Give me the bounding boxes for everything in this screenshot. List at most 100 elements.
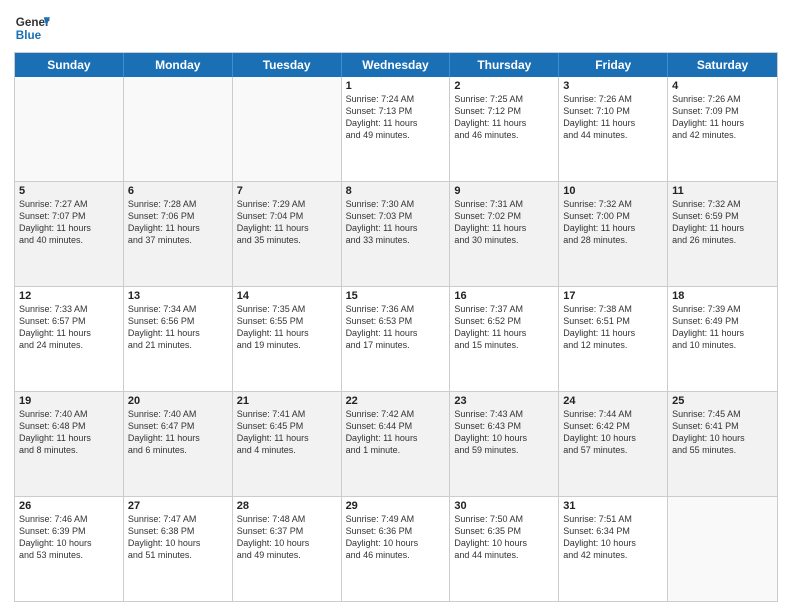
cell-sun-info: Sunrise: 7:34 AM Sunset: 6:56 PM Dayligh…: [128, 303, 228, 352]
calendar-cell: 20Sunrise: 7:40 AM Sunset: 6:47 PM Dayli…: [124, 392, 233, 496]
cell-sun-info: Sunrise: 7:41 AM Sunset: 6:45 PM Dayligh…: [237, 408, 337, 457]
day-number: 31: [563, 500, 663, 512]
calendar-cell: 21Sunrise: 7:41 AM Sunset: 6:45 PM Dayli…: [233, 392, 342, 496]
calendar-row: 5Sunrise: 7:27 AM Sunset: 7:07 PM Daylig…: [15, 182, 777, 287]
day-number: 8: [346, 185, 446, 197]
cell-sun-info: Sunrise: 7:25 AM Sunset: 7:12 PM Dayligh…: [454, 93, 554, 142]
day-number: 30: [454, 500, 554, 512]
calendar-cell: 23Sunrise: 7:43 AM Sunset: 6:43 PM Dayli…: [450, 392, 559, 496]
calendar-cell: 19Sunrise: 7:40 AM Sunset: 6:48 PM Dayli…: [15, 392, 124, 496]
day-number: 6: [128, 185, 228, 197]
cell-sun-info: Sunrise: 7:45 AM Sunset: 6:41 PM Dayligh…: [672, 408, 773, 457]
weekday-header: Thursday: [450, 53, 559, 77]
calendar-cell: 10Sunrise: 7:32 AM Sunset: 7:00 PM Dayli…: [559, 182, 668, 286]
cell-sun-info: Sunrise: 7:39 AM Sunset: 6:49 PM Dayligh…: [672, 303, 773, 352]
calendar-cell: 9Sunrise: 7:31 AM Sunset: 7:02 PM Daylig…: [450, 182, 559, 286]
empty-cell: [233, 77, 342, 181]
weekday-header: Sunday: [15, 53, 124, 77]
day-number: 5: [19, 185, 119, 197]
day-number: 14: [237, 290, 337, 302]
day-number: 22: [346, 395, 446, 407]
calendar-cell: 12Sunrise: 7:33 AM Sunset: 6:57 PM Dayli…: [15, 287, 124, 391]
calendar-header: SundayMondayTuesdayWednesdayThursdayFrid…: [15, 53, 777, 77]
weekday-header: Wednesday: [342, 53, 451, 77]
calendar-cell: 15Sunrise: 7:36 AM Sunset: 6:53 PM Dayli…: [342, 287, 451, 391]
weekday-header: Monday: [124, 53, 233, 77]
cell-sun-info: Sunrise: 7:32 AM Sunset: 7:00 PM Dayligh…: [563, 198, 663, 247]
day-number: 20: [128, 395, 228, 407]
cell-sun-info: Sunrise: 7:26 AM Sunset: 7:09 PM Dayligh…: [672, 93, 773, 142]
calendar-cell: 2Sunrise: 7:25 AM Sunset: 7:12 PM Daylig…: [450, 77, 559, 181]
calendar-cell: 22Sunrise: 7:42 AM Sunset: 6:44 PM Dayli…: [342, 392, 451, 496]
day-number: 23: [454, 395, 554, 407]
day-number: 24: [563, 395, 663, 407]
calendar-row: 12Sunrise: 7:33 AM Sunset: 6:57 PM Dayli…: [15, 287, 777, 392]
calendar-row: 1Sunrise: 7:24 AM Sunset: 7:13 PM Daylig…: [15, 77, 777, 182]
day-number: 26: [19, 500, 119, 512]
calendar-cell: 25Sunrise: 7:45 AM Sunset: 6:41 PM Dayli…: [668, 392, 777, 496]
cell-sun-info: Sunrise: 7:50 AM Sunset: 6:35 PM Dayligh…: [454, 513, 554, 562]
weekday-header: Saturday: [668, 53, 777, 77]
cell-sun-info: Sunrise: 7:43 AM Sunset: 6:43 PM Dayligh…: [454, 408, 554, 457]
day-number: 18: [672, 290, 773, 302]
cell-sun-info: Sunrise: 7:44 AM Sunset: 6:42 PM Dayligh…: [563, 408, 663, 457]
day-number: 27: [128, 500, 228, 512]
cell-sun-info: Sunrise: 7:36 AM Sunset: 6:53 PM Dayligh…: [346, 303, 446, 352]
weekday-header: Friday: [559, 53, 668, 77]
day-number: 2: [454, 80, 554, 92]
cell-sun-info: Sunrise: 7:40 AM Sunset: 6:48 PM Dayligh…: [19, 408, 119, 457]
cell-sun-info: Sunrise: 7:38 AM Sunset: 6:51 PM Dayligh…: [563, 303, 663, 352]
calendar-cell: 6Sunrise: 7:28 AM Sunset: 7:06 PM Daylig…: [124, 182, 233, 286]
calendar-cell: 11Sunrise: 7:32 AM Sunset: 6:59 PM Dayli…: [668, 182, 777, 286]
svg-text:Blue: Blue: [16, 29, 42, 42]
calendar-cell: 29Sunrise: 7:49 AM Sunset: 6:36 PM Dayli…: [342, 497, 451, 601]
cell-sun-info: Sunrise: 7:32 AM Sunset: 6:59 PM Dayligh…: [672, 198, 773, 247]
day-number: 9: [454, 185, 554, 197]
calendar-cell: 31Sunrise: 7:51 AM Sunset: 6:34 PM Dayli…: [559, 497, 668, 601]
day-number: 28: [237, 500, 337, 512]
day-number: 7: [237, 185, 337, 197]
cell-sun-info: Sunrise: 7:29 AM Sunset: 7:04 PM Dayligh…: [237, 198, 337, 247]
calendar-cell: 1Sunrise: 7:24 AM Sunset: 7:13 PM Daylig…: [342, 77, 451, 181]
calendar-cell: 17Sunrise: 7:38 AM Sunset: 6:51 PM Dayli…: [559, 287, 668, 391]
cell-sun-info: Sunrise: 7:33 AM Sunset: 6:57 PM Dayligh…: [19, 303, 119, 352]
page: General Blue SundayMondayTuesdayWednesda…: [0, 0, 792, 612]
day-number: 15: [346, 290, 446, 302]
day-number: 3: [563, 80, 663, 92]
day-number: 19: [19, 395, 119, 407]
cell-sun-info: Sunrise: 7:31 AM Sunset: 7:02 PM Dayligh…: [454, 198, 554, 247]
empty-cell: [15, 77, 124, 181]
calendar-cell: 30Sunrise: 7:50 AM Sunset: 6:35 PM Dayli…: [450, 497, 559, 601]
calendar-cell: 3Sunrise: 7:26 AM Sunset: 7:10 PM Daylig…: [559, 77, 668, 181]
calendar-cell: 24Sunrise: 7:44 AM Sunset: 6:42 PM Dayli…: [559, 392, 668, 496]
calendar: SundayMondayTuesdayWednesdayThursdayFrid…: [14, 52, 778, 602]
calendar-cell: 28Sunrise: 7:48 AM Sunset: 6:37 PM Dayli…: [233, 497, 342, 601]
cell-sun-info: Sunrise: 7:48 AM Sunset: 6:37 PM Dayligh…: [237, 513, 337, 562]
calendar-cell: 26Sunrise: 7:46 AM Sunset: 6:39 PM Dayli…: [15, 497, 124, 601]
cell-sun-info: Sunrise: 7:46 AM Sunset: 6:39 PM Dayligh…: [19, 513, 119, 562]
calendar-cell: 14Sunrise: 7:35 AM Sunset: 6:55 PM Dayli…: [233, 287, 342, 391]
day-number: 17: [563, 290, 663, 302]
calendar-row: 26Sunrise: 7:46 AM Sunset: 6:39 PM Dayli…: [15, 497, 777, 601]
day-number: 29: [346, 500, 446, 512]
day-number: 13: [128, 290, 228, 302]
day-number: 10: [563, 185, 663, 197]
calendar-row: 19Sunrise: 7:40 AM Sunset: 6:48 PM Dayli…: [15, 392, 777, 497]
day-number: 25: [672, 395, 773, 407]
cell-sun-info: Sunrise: 7:24 AM Sunset: 7:13 PM Dayligh…: [346, 93, 446, 142]
day-number: 1: [346, 80, 446, 92]
cell-sun-info: Sunrise: 7:30 AM Sunset: 7:03 PM Dayligh…: [346, 198, 446, 247]
day-number: 11: [672, 185, 773, 197]
empty-cell: [668, 497, 777, 601]
cell-sun-info: Sunrise: 7:27 AM Sunset: 7:07 PM Dayligh…: [19, 198, 119, 247]
calendar-cell: 4Sunrise: 7:26 AM Sunset: 7:09 PM Daylig…: [668, 77, 777, 181]
weekday-header: Tuesday: [233, 53, 342, 77]
calendar-cell: 13Sunrise: 7:34 AM Sunset: 6:56 PM Dayli…: [124, 287, 233, 391]
cell-sun-info: Sunrise: 7:51 AM Sunset: 6:34 PM Dayligh…: [563, 513, 663, 562]
cell-sun-info: Sunrise: 7:49 AM Sunset: 6:36 PM Dayligh…: [346, 513, 446, 562]
cell-sun-info: Sunrise: 7:40 AM Sunset: 6:47 PM Dayligh…: [128, 408, 228, 457]
calendar-cell: 18Sunrise: 7:39 AM Sunset: 6:49 PM Dayli…: [668, 287, 777, 391]
day-number: 16: [454, 290, 554, 302]
calendar-cell: 5Sunrise: 7:27 AM Sunset: 7:07 PM Daylig…: [15, 182, 124, 286]
day-number: 21: [237, 395, 337, 407]
